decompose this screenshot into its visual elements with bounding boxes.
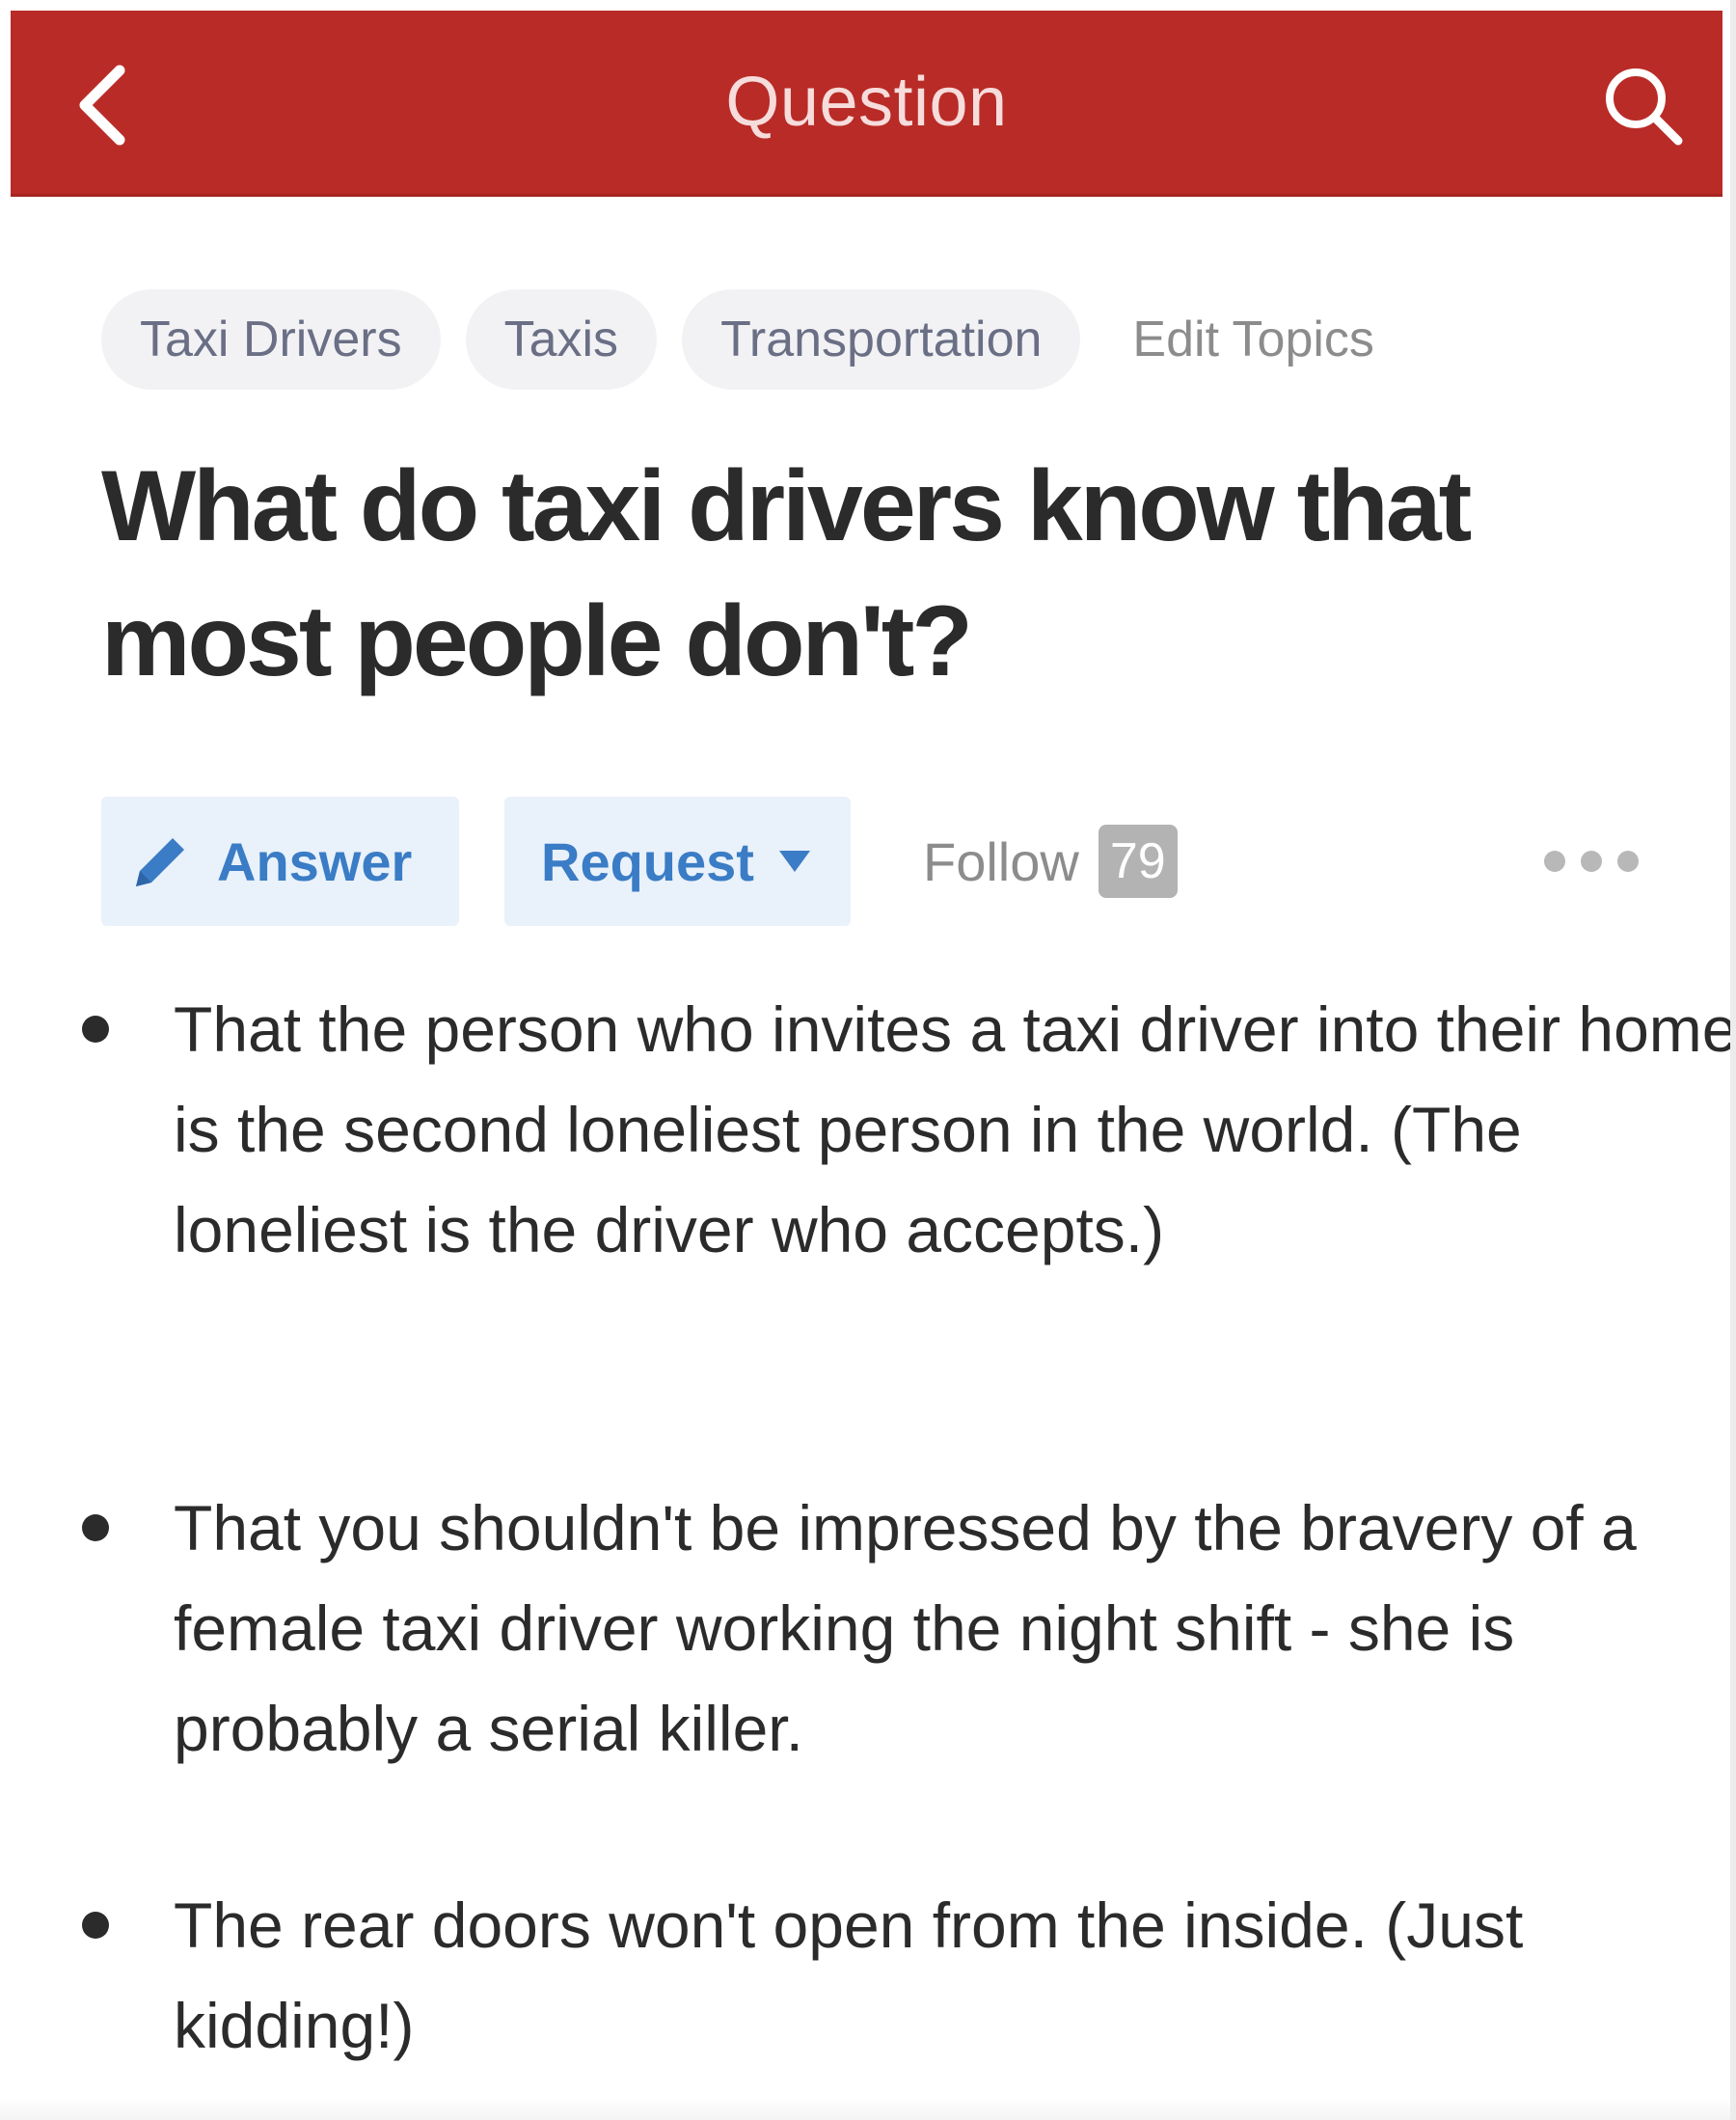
bullet-icon — [82, 1514, 109, 1541]
more-options-button[interactable] — [1533, 828, 1649, 895]
topic-list: Taxi Drivers Taxis Transportation Edit T… — [101, 289, 1374, 390]
topic-pill-taxis[interactable]: Taxis — [465, 289, 658, 390]
action-bar: Answer Request Follow 79 — [101, 797, 1644, 926]
follow-label: Follow — [923, 830, 1079, 892]
bullet-text: The rear doors won't open from the insid… — [174, 1889, 1524, 2061]
question-title: What do taxi drivers know that most peop… — [101, 450, 1472, 697]
more-dots-icon — [1544, 851, 1639, 872]
topic-pill-taxi-drivers[interactable]: Taxi Drivers — [101, 289, 441, 390]
edit-topics-link[interactable]: Edit Topics — [1132, 311, 1374, 368]
right-edge-divider — [1730, 0, 1736, 2120]
topic-pill-transportation[interactable]: Transportation — [682, 289, 1081, 390]
follow-count-badge: 79 — [1098, 825, 1178, 898]
request-button[interactable]: Request — [504, 797, 851, 926]
follow-button[interactable]: Follow 79 — [923, 797, 1178, 926]
pencil-icon — [136, 838, 184, 886]
footer-fade — [0, 2098, 1736, 2120]
answer-label: Answer — [217, 830, 413, 892]
app-header: Question — [11, 11, 1722, 197]
request-label: Request — [541, 830, 754, 892]
answer-button[interactable]: Answer — [101, 797, 459, 926]
search-icon — [1606, 68, 1683, 146]
bullet-icon — [82, 1912, 109, 1939]
bullet-icon — [82, 1016, 109, 1043]
search-button[interactable] — [1589, 57, 1695, 153]
bullet-text: That you shouldn't be impressed by the b… — [174, 1492, 1637, 1764]
caret-down-icon — [778, 851, 810, 872]
bullet-text: That the person who invites a taxi drive… — [174, 993, 1736, 1265]
header-title: Question — [725, 64, 1008, 141]
question-page: Question Taxi Drivers Taxis Transportati… — [0, 0, 1736, 2120]
